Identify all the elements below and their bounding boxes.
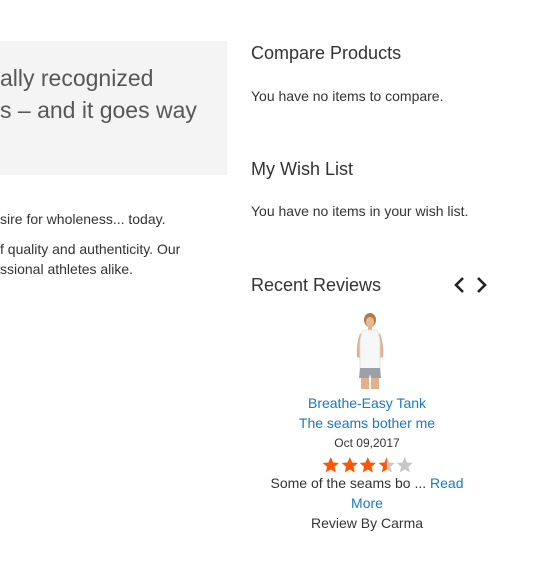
review-author: Review By Carma <box>310 515 424 531</box>
content-text-line-1: sire for wholeness... today. <box>0 211 166 227</box>
star-icon <box>322 457 339 473</box>
content-text-line-2: f quality and authenticity. Our <box>0 241 181 257</box>
recent-reviews-title: Recent Reviews <box>251 275 382 295</box>
wish-list-title: My Wish List <box>251 159 354 179</box>
wish-list-empty-message: You have no items in your wish list. <box>251 203 469 219</box>
compare-empty-message: You have no items to compare. <box>251 88 444 104</box>
promo-heading-line-1: ally recognized <box>0 65 154 91</box>
read-more-link-part-1[interactable]: Read <box>430 475 463 491</box>
review-date: Oct 09,2017 <box>334 436 400 450</box>
reviews-prev-button[interactable] <box>451 276 467 294</box>
star-icon <box>359 457 376 473</box>
product-image[interactable] <box>340 311 400 389</box>
product-photo-tank-top <box>356 313 384 389</box>
read-more-link-part-2[interactable]: More <box>258 496 476 510</box>
compare-products-title: Compare Products <box>251 43 402 63</box>
chevron-right-icon <box>477 277 487 293</box>
review-excerpt: Some of the seams bo ... <box>270 475 427 491</box>
reviews-next-button[interactable] <box>474 276 490 294</box>
review-product-link[interactable]: Breathe-Easy Tank <box>258 396 476 410</box>
review-title-link[interactable]: The seams bother me <box>258 416 476 430</box>
review-excerpt-line: Some of the seams bo ... Read <box>258 476 476 490</box>
chevron-left-icon <box>454 277 464 293</box>
promo-panel: ally recognized s – and it goes way <box>0 41 227 175</box>
promo-heading-line-2: s – and it goes way <box>0 97 197 123</box>
star-icon <box>341 457 358 473</box>
review-rating <box>322 456 414 474</box>
star-icon <box>397 457 414 473</box>
star-icon <box>378 457 395 473</box>
content-text-line-3: ssional athletes alike. <box>0 261 134 277</box>
